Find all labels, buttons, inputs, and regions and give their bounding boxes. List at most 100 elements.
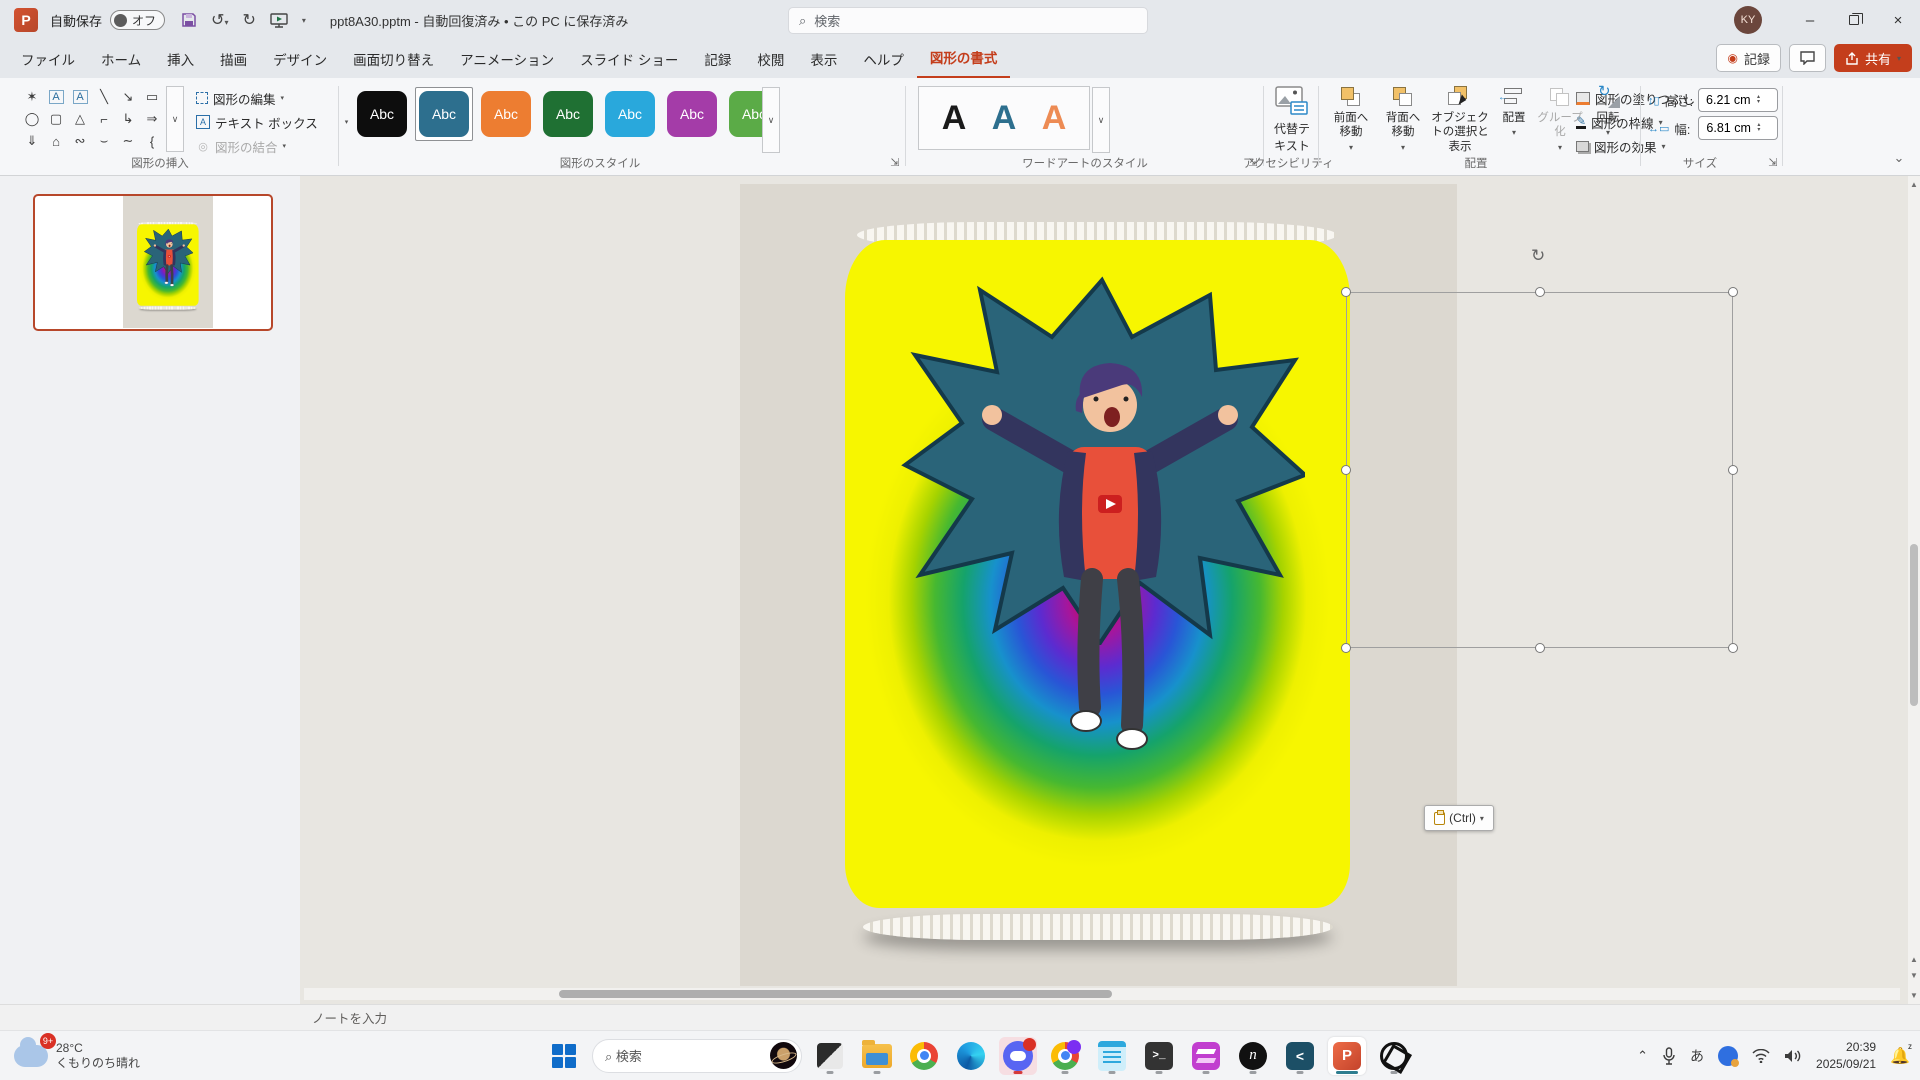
selection-handle-e[interactable] [1728,465,1738,475]
tab-view[interactable]: 表示 [797,42,850,78]
taskbar-icon-discord[interactable] [999,1037,1037,1075]
user-avatar[interactable]: KY [1734,6,1762,34]
tab-animations[interactable]: アニメーション [447,42,567,78]
close-button[interactable]: × [1876,0,1920,40]
rounded-rectangle-icon[interactable]: ▢ [44,108,68,130]
tab-review[interactable]: 校閲 [744,42,797,78]
comments-button[interactable] [1789,44,1826,72]
tab-design[interactable]: デザイン [260,42,340,78]
tab-help[interactable]: ヘルプ [850,42,917,78]
shape-style-swatch-1[interactable]: Abc [353,87,411,141]
line-icon[interactable]: ╲ [92,86,116,108]
horizontal-scrollbar[interactable] [304,988,1900,1000]
tab-home[interactable]: ホーム [88,42,154,78]
taskbar-search[interactable]: ⌕ 検索 [592,1039,802,1073]
powerpoint-logo[interactable]: P [14,8,38,32]
tab-shape-format[interactable]: 図形の書式 [917,40,1011,78]
tab-slideshow[interactable]: スライド ショー [567,42,691,78]
shape-style-swatch-3[interactable]: Abc [477,87,535,141]
start-button[interactable] [545,1037,583,1075]
tab-insert[interactable]: 挿入 [154,42,207,78]
elbow-arrow-connector-icon[interactable]: ↳ [116,108,140,130]
shape-style-swatch-5[interactable]: Abc [601,87,659,141]
ime-indicator[interactable]: あ [1690,1046,1704,1066]
taskbar-icon-code-app[interactable]: < [1281,1037,1319,1075]
tab-transitions[interactable]: 画面切り替え [340,42,447,78]
oval-icon[interactable]: ◯ [20,108,44,130]
horizontal-scroll-thumb[interactable] [559,990,1112,998]
tab-record[interactable]: 記録 [691,42,744,78]
wordart-style-1[interactable]: A [942,99,967,138]
tray-expand-icon[interactable]: ⌃ [1637,1048,1648,1064]
previous-slide-icon[interactable]: ▲ [1910,955,1918,964]
selection-handle-sw[interactable] [1341,643,1351,653]
right-arrow-icon[interactable]: ⇒ [140,108,164,130]
wordart-style-3[interactable]: A [1042,99,1067,138]
height-spinner[interactable]: ▴▾ [1698,88,1778,112]
taskbar-icon-chatgpt[interactable] [1375,1037,1413,1075]
taskbar-icon-notepad[interactable] [1093,1037,1131,1075]
microphone-icon[interactable] [1662,1047,1676,1065]
selection-handle-nw[interactable] [1341,287,1351,297]
selection-handle-se[interactable] [1728,643,1738,653]
person-illustration[interactable] [980,347,1240,787]
selection-pane-button[interactable]: オブジェクトの選択と表示 [1430,86,1490,154]
shape-style-swatch-2[interactable]: Abc [415,87,473,141]
size-dialog-launcher[interactable]: ⇲ [1766,155,1780,169]
collapse-ribbon-button[interactable]: ⌄ [1892,151,1906,165]
slideshow-icon[interactable] [270,13,288,28]
rotate-handle-icon[interactable]: ↻ [1531,246,1545,266]
edit-shape-button[interactable]: 図形の編集▾ [196,87,284,109]
taskbar-clock[interactable]: 20:39 2025/09/21 [1816,1039,1876,1071]
shapes-more-button[interactable]: ∨ [166,86,184,152]
down-arrow-icon[interactable]: ⇓ [20,130,44,152]
selection-handle-w[interactable] [1341,465,1351,475]
wordart-more-button[interactable]: ∨ [1092,87,1110,153]
taskbar-icon-chrome[interactable] [905,1037,943,1075]
next-slide-icon[interactable]: ▼ [1910,971,1918,980]
tab-draw[interactable]: 描画 [207,42,260,78]
selection-handle-n[interactable] [1535,287,1545,297]
taskbar-icon-task-view[interactable] [811,1037,849,1075]
triangle-icon[interactable]: △ [68,108,92,130]
autosave-toggle[interactable]: オフ [110,10,165,30]
qat-customize-icon[interactable]: ▾ [302,16,306,25]
taskbar-icon-edge[interactable] [952,1037,990,1075]
minimize-button[interactable]: – [1788,0,1832,40]
width-spinner[interactable]: ▴▾ [1698,116,1778,140]
paste-options-button[interactable]: (Ctrl) ▾ [1424,805,1494,831]
alt-text-button[interactable]: 代替テキスト [1264,86,1320,164]
titlebar-search[interactable]: ⌕ 検索 [788,7,1148,34]
taskbar-icon-dark-app[interactable]: n [1234,1037,1272,1075]
rotate-button[interactable]: ↻ 回転▾ [1590,86,1626,138]
save-icon[interactable] [181,12,197,28]
align-button[interactable]: ← 配置▾ [1496,86,1532,138]
freeform-icon[interactable]: ⌂ [44,130,68,152]
rectangle-icon[interactable]: ▭ [140,86,164,108]
group-button[interactable]: グループ化▾ [1534,86,1586,153]
curve-icon[interactable]: ∼ [116,130,140,152]
height-input[interactable] [1699,93,1755,107]
text-box-v-icon[interactable]: A [73,90,88,104]
selection-handle-s[interactable] [1535,643,1545,653]
left-brace-icon[interactable]: { [140,130,164,152]
taskbar-icon-file-explorer[interactable] [858,1037,896,1075]
arrow-icon[interactable]: ↘ [116,86,140,108]
weather-widget[interactable]: 9+ 28°C くもりのち晴れ [14,1041,140,1071]
share-button[interactable]: 共有 ▾ [1834,44,1912,72]
speaker-icon[interactable] [1784,1049,1802,1063]
bring-forward-button[interactable]: 前面へ移動▾ [1326,86,1376,153]
elbow-connector-icon[interactable]: ⌐ [92,108,116,130]
shape-styles-more-button[interactable]: ∨ [762,87,780,153]
taskbar-icon-terminal[interactable]: >_ [1140,1037,1178,1075]
taskbar-icon-powerpoint[interactable]: P [1328,1037,1366,1075]
shape-styles-dialog-launcher[interactable]: ⇲ [888,155,902,169]
notes-placeholder[interactable]: ノートを入力 [312,1008,387,1027]
record-button[interactable]: ◉ 記録 [1716,44,1781,72]
text-box-button[interactable]: A テキスト ボックス▾ [196,111,348,133]
shape-style-swatch-6[interactable]: Abc [663,87,721,141]
scroll-down-icon[interactable]: ▼ [1910,991,1918,1000]
wordart-style-2[interactable]: A [992,99,1017,138]
scroll-up-icon[interactable]: ▲ [1910,180,1918,189]
photo-background[interactable]: ↻ [740,184,1457,986]
